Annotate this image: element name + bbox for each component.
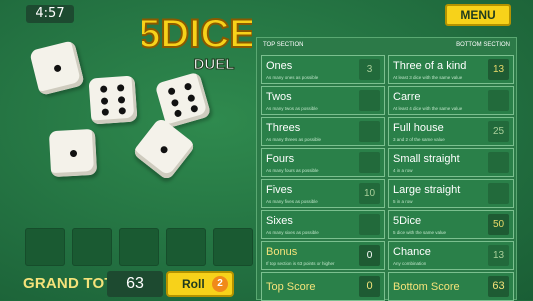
row-name: Full house xyxy=(393,122,444,134)
row-desc: As many ones as possible xyxy=(266,75,319,80)
row-name: Small straight xyxy=(393,153,460,165)
score-row-sixes[interactable]: Sixes As many sixes as possible xyxy=(261,210,385,239)
game-timer: 4:57 xyxy=(26,5,74,23)
grand-total-value: 63 xyxy=(107,271,163,297)
score-row-carre[interactable]: Carre At least 4 dice with the same valu… xyxy=(388,86,514,115)
score-row-5dice[interactable]: 5Dice 5 dice with the same value 50 xyxy=(388,210,514,239)
die-pip xyxy=(69,149,77,157)
row-score xyxy=(488,152,509,173)
row-name: Bottom Score xyxy=(393,281,460,293)
row-score: 13 xyxy=(488,245,509,266)
score-row-large-straight[interactable]: Large straight 5 in a row xyxy=(388,179,514,208)
row-name: Chance xyxy=(393,246,431,258)
row-score: 0 xyxy=(359,276,380,297)
row-desc: 4 in a row xyxy=(393,168,413,173)
row-score xyxy=(359,90,380,111)
held-slot-1[interactable] xyxy=(25,228,65,266)
die-pip xyxy=(100,96,109,105)
die-pip xyxy=(101,108,110,116)
score-row-ones[interactable]: Ones As many ones as possible 3 xyxy=(261,55,385,84)
row-desc: As many fours as possible xyxy=(266,168,319,173)
row-score: 13 xyxy=(488,59,509,80)
row-score: 50 xyxy=(488,214,509,235)
row-score: 0 xyxy=(359,245,380,266)
die-pip xyxy=(118,107,127,115)
row-name: Bonus xyxy=(266,246,298,258)
score-row-chance[interactable]: Chance Any combination 13 xyxy=(388,241,514,270)
row-desc: Any combination xyxy=(393,261,427,266)
row-desc: 3 and 2 of the same value xyxy=(393,137,445,142)
score-row-full-house[interactable]: Full house 3 and 2 of the same value 25 xyxy=(388,117,514,146)
row-score: 10 xyxy=(359,183,380,204)
score-row-bottom-score: Bottom Score 63 xyxy=(388,272,514,301)
row-desc: If top section is 63 points or higher xyxy=(266,261,335,266)
die-4[interactable] xyxy=(48,128,98,178)
row-score xyxy=(359,121,380,142)
menu-button[interactable]: MENU xyxy=(445,4,511,26)
row-desc: 5 in a row xyxy=(393,199,413,204)
top-section-header: TOP SECTION xyxy=(263,42,304,48)
row-name: Fours xyxy=(266,153,295,165)
die-pip xyxy=(186,93,196,102)
row-name: Twos xyxy=(266,91,292,103)
rolls-remaining-badge: 2 xyxy=(212,276,228,292)
row-name: Large straight xyxy=(393,184,461,196)
die-pip xyxy=(183,82,193,91)
roll-label: Roll xyxy=(182,277,205,291)
die-2[interactable] xyxy=(88,75,138,125)
row-score xyxy=(488,90,509,111)
row-score: 3 xyxy=(359,59,380,80)
row-desc: 5 dice with the same value xyxy=(393,230,447,235)
row-name: Top Score xyxy=(266,281,316,293)
roll-button[interactable]: Roll 2 xyxy=(166,271,234,297)
die-pip xyxy=(52,63,62,73)
score-row-three-of-a-kind[interactable]: Three of a kind At least 3 dice with the… xyxy=(388,55,514,84)
score-row-fives[interactable]: Fives As many fives as possible 10 xyxy=(261,179,385,208)
row-score xyxy=(488,183,509,204)
row-name: Sixes xyxy=(266,215,293,227)
row-score: 25 xyxy=(488,121,509,142)
held-dice-slots xyxy=(25,228,255,266)
scoreboard: TOP SECTION BOTTOM SECTION Ones As many … xyxy=(256,37,517,301)
row-desc: At least 4 dice with the same value xyxy=(393,106,463,111)
die-pip xyxy=(117,95,126,104)
die-pip xyxy=(159,144,169,154)
row-desc: As many sixes as possible xyxy=(266,230,319,235)
held-slot-3[interactable] xyxy=(119,228,159,266)
held-slot-2[interactable] xyxy=(72,228,112,266)
score-row-fours[interactable]: Fours As many fours as possible xyxy=(261,148,385,177)
die-pip xyxy=(190,104,199,114)
row-score: 63 xyxy=(488,276,509,297)
logo-main-text: 5DICE xyxy=(142,12,252,56)
game-logo: 5DICE DUEL xyxy=(142,11,252,74)
score-row-top-score: Top Score 0 xyxy=(261,272,385,301)
row-name: Ones xyxy=(266,60,293,72)
die-pip xyxy=(116,84,125,92)
die-pip xyxy=(170,98,180,107)
row-desc: As many twos as possible xyxy=(266,106,318,111)
score-row-small-straight[interactable]: Small straight 4 in a row xyxy=(388,148,514,177)
score-row-twos[interactable]: Twos As many twos as possible xyxy=(261,86,385,115)
held-slot-5[interactable] xyxy=(213,228,253,266)
logo-sub-text: DUEL xyxy=(194,56,235,73)
row-desc: At least 3 dice with the same value xyxy=(393,75,463,80)
row-name: 5Dice xyxy=(393,215,422,227)
row-name: Threes xyxy=(266,122,301,134)
row-name: Carre xyxy=(393,91,421,103)
row-desc: As many threes as possible xyxy=(266,137,322,142)
held-slot-4[interactable] xyxy=(166,228,206,266)
row-desc: As many fives as possible xyxy=(266,199,318,204)
row-name: Three of a kind xyxy=(393,60,467,72)
score-row-threes[interactable]: Threes As many threes as possible xyxy=(261,117,385,146)
die-pip xyxy=(167,86,176,96)
die-pip xyxy=(173,109,183,118)
bottom-section-header: BOTTOM SECTION xyxy=(456,42,510,48)
row-score xyxy=(359,152,380,173)
row-name: Fives xyxy=(266,184,293,196)
score-row-bonus: Bonus If top section is 63 points or hig… xyxy=(261,241,385,270)
row-score xyxy=(359,214,380,235)
die-pip xyxy=(99,85,108,93)
